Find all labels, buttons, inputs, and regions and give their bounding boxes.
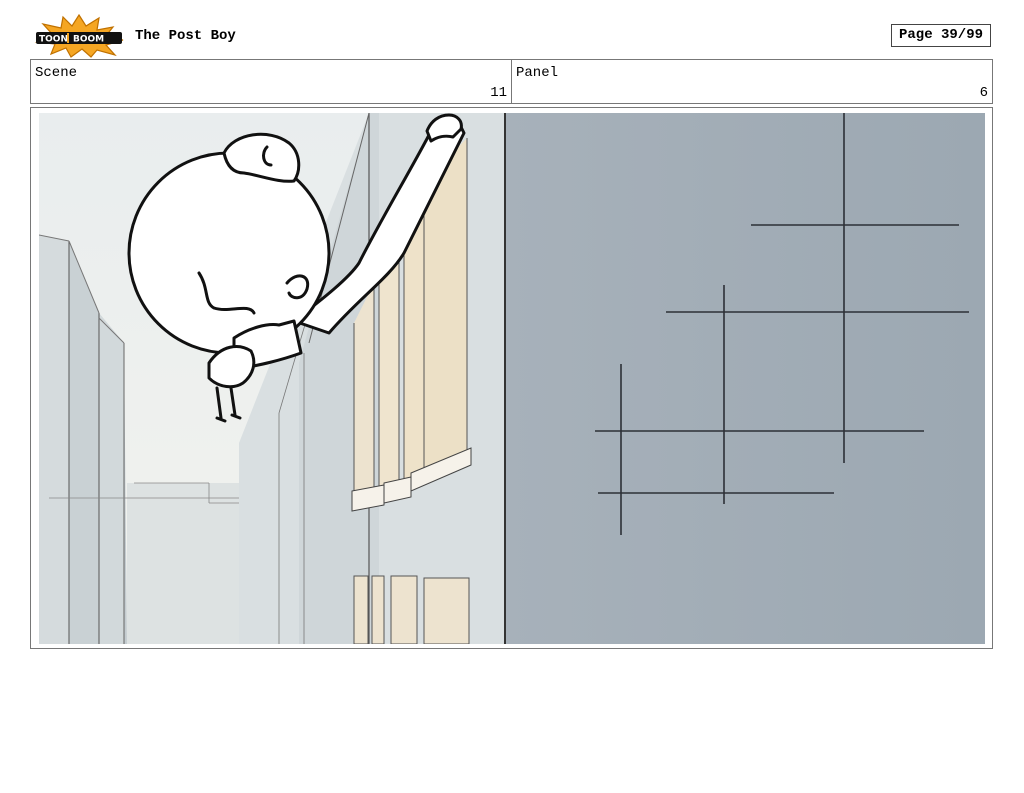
page-counter: Page 39/99 [891,24,991,47]
scene-number: 11 [490,85,507,101]
toon-boom-logo: TOON BOOM [34,14,124,58]
scene-label: Scene [35,65,78,81]
panel-cell: Panel 6 [511,60,992,103]
panel-label: Panel [516,65,559,81]
panel-number: 6 [979,85,988,101]
scene-cell: Scene 11 [31,60,511,103]
storyboard-panel-image [39,113,985,644]
storyboard-panel-frame [30,107,993,649]
svg-text:TOON: TOON [39,35,68,45]
svg-text:BOOM: BOOM [73,35,104,45]
scene-panel-info-row: Scene 11 Panel 6 [30,59,993,104]
document-title: The Post Boy [135,28,236,44]
